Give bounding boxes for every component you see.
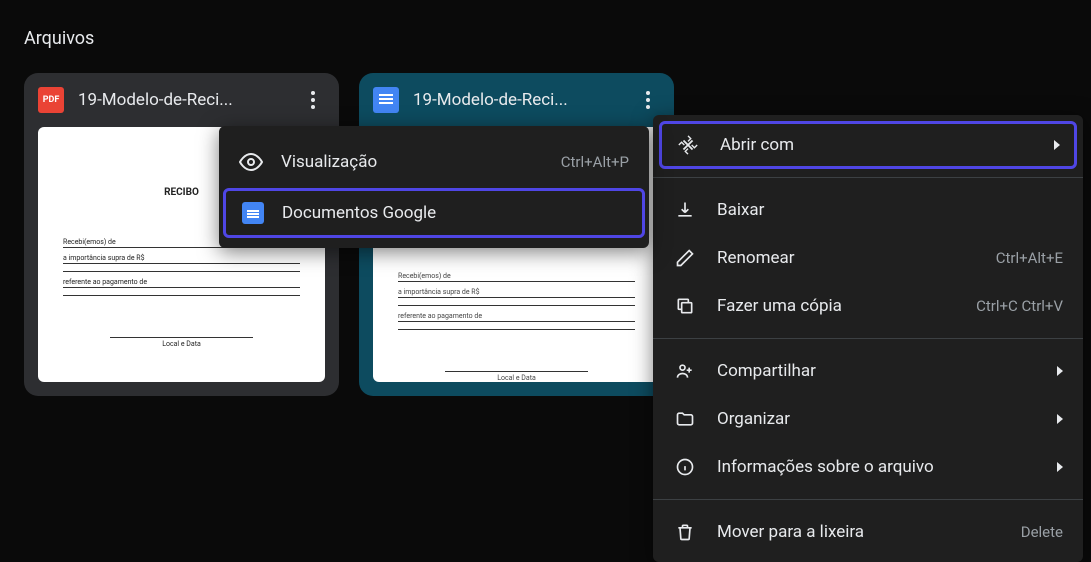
menu-divider xyxy=(653,499,1083,500)
menu-label: Abrir com xyxy=(720,135,1034,155)
submenu-label: Visualização xyxy=(281,152,543,172)
menu-divider xyxy=(653,338,1083,339)
submenu-shortcut: Ctrl+Alt+P xyxy=(561,153,629,171)
rename-icon xyxy=(673,246,697,270)
info-icon xyxy=(673,455,697,479)
pdf-icon: PDF xyxy=(38,87,64,113)
context-menu: Abrir com Baixar Renomear Ctrl+Alt+E Faz… xyxy=(653,115,1083,562)
thumb-line: a importância supra de R$ xyxy=(398,288,635,298)
menu-label: Compartilhar xyxy=(717,361,1037,381)
menu-shortcut: Ctrl+C Ctrl+V xyxy=(976,297,1063,315)
menu-shortcut: Ctrl+Alt+E xyxy=(996,249,1063,267)
thumb-line xyxy=(398,304,635,306)
card-header: 19-Modelo-de-Reci... xyxy=(359,73,674,127)
menu-label: Organizar xyxy=(717,409,1037,429)
menu-label: Baixar xyxy=(717,200,1063,220)
docs-icon xyxy=(242,202,264,224)
share-icon xyxy=(673,359,697,383)
submenu-preview[interactable]: Visualização Ctrl+Alt+P xyxy=(219,136,649,188)
folder-icon xyxy=(673,407,697,431)
copy-icon xyxy=(673,294,697,318)
open-with-submenu: Visualização Ctrl+Alt+P Documentos Googl… xyxy=(219,126,649,248)
thumb-line xyxy=(63,294,300,296)
menu-trash[interactable]: Mover para a lixeira Delete xyxy=(653,508,1083,556)
more-options-icon[interactable] xyxy=(301,91,325,109)
open-with-icon xyxy=(676,133,700,157)
menu-copy[interactable]: Fazer uma cópia Ctrl+C Ctrl+V xyxy=(653,282,1083,330)
menu-rename[interactable]: Renomear Ctrl+Alt+E xyxy=(653,234,1083,282)
menu-shortcut: Delete xyxy=(1021,523,1063,541)
submenu-label: Documentos Google xyxy=(282,203,626,223)
thumb-footer: Local e Data xyxy=(445,371,587,382)
more-options-icon[interactable] xyxy=(636,91,660,109)
thumb-line: a importância supra de R$ xyxy=(63,254,300,264)
menu-download[interactable]: Baixar xyxy=(653,186,1083,234)
file-name: 19-Modelo-de-Reci... xyxy=(413,90,622,110)
thumb-line: Recebi(emos) de xyxy=(398,272,635,282)
thumb-line xyxy=(63,270,300,272)
menu-info[interactable]: Informações sobre o arquivo xyxy=(653,443,1083,491)
thumb-line: referente ao pagamento de xyxy=(398,312,635,322)
menu-label: Informações sobre o arquivo xyxy=(717,457,1037,477)
card-header: PDF 19-Modelo-de-Reci... xyxy=(24,73,339,127)
thumb-line xyxy=(398,328,635,330)
docs-icon xyxy=(373,87,399,113)
download-icon xyxy=(673,198,697,222)
menu-label: Fazer uma cópia xyxy=(717,296,956,316)
menu-label: Renomear xyxy=(717,248,976,268)
section-title: Arquivos xyxy=(0,0,1091,73)
menu-open-with[interactable]: Abrir com xyxy=(659,121,1077,169)
menu-divider xyxy=(653,177,1083,178)
menu-label: Mover para a lixeira xyxy=(717,522,1001,542)
menu-share[interactable]: Compartilhar xyxy=(653,347,1083,395)
chevron-right-icon xyxy=(1057,462,1063,472)
menu-organize[interactable]: Organizar xyxy=(653,395,1083,443)
eye-icon xyxy=(239,150,263,174)
chevron-right-icon xyxy=(1057,366,1063,376)
trash-icon xyxy=(673,520,697,544)
thumb-line: referente ao pagamento de xyxy=(63,278,300,288)
chevron-right-icon xyxy=(1054,140,1060,150)
submenu-google-docs[interactable]: Documentos Google xyxy=(223,188,645,238)
thumb-footer: Local e Data xyxy=(110,337,252,348)
file-name: 19-Modelo-de-Reci... xyxy=(78,90,287,110)
chevron-right-icon xyxy=(1057,414,1063,424)
